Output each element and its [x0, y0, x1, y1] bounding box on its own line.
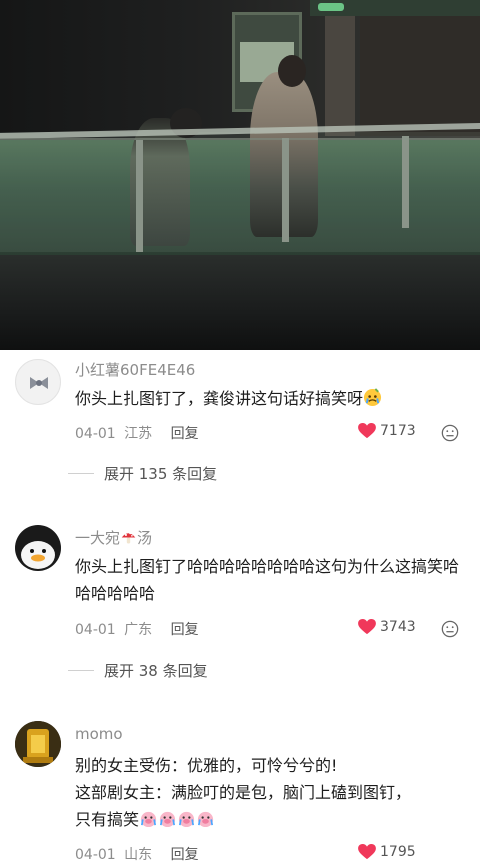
comment-item: momo 别的女主受伤：优雅的，可怜兮兮的! 这部剧女主：满脸叮的是包，脑门上磕… [0, 712, 480, 863]
right-wall [360, 16, 480, 136]
expand-replies-button[interactable]: 展开 135 条回复 [68, 463, 217, 484]
golden-avatar-icon [15, 721, 61, 767]
divider-line [68, 473, 94, 474]
comment-location: 江苏 [124, 426, 153, 442]
like-count: 1795 [380, 844, 416, 860]
rail-post [282, 138, 289, 242]
comment-date: 04-01 [75, 426, 116, 442]
username[interactable]: momo [75, 725, 123, 743]
mushroom-icon [121, 532, 136, 544]
comment-text[interactable]: 你头上扎图钉了哈哈哈哈哈哈哈哈这句为什么这搞笑哈哈哈哈哈哈 [75, 553, 470, 607]
comment-meta: 04-01 广东 回复 [75, 619, 199, 639]
like-button[interactable]: 3743 [358, 619, 416, 635]
person-right-head [278, 55, 306, 87]
avatar[interactable] [15, 359, 61, 405]
comment-text-line: 只有搞笑 [75, 810, 140, 829]
avatar[interactable] [15, 721, 61, 767]
comment-text-line-last: 只有搞笑 [75, 806, 470, 833]
like-count: 3743 [380, 619, 416, 635]
comment-text[interactable]: 你头上扎图钉了，龚俊讲这句话好搞笑呀 [75, 385, 470, 412]
reply-button[interactable]: 回复 [171, 622, 199, 638]
username[interactable]: 一大宛汤 [75, 527, 152, 548]
dislike-face-icon[interactable] [441, 424, 459, 442]
rail-post [402, 136, 409, 228]
pig-face-icon [140, 811, 157, 828]
comment-item: 一大宛汤 你头上扎图钉了哈哈哈哈哈哈哈哈这句为什么这搞笑哈哈哈哈哈哈 04-01… [0, 515, 480, 700]
expand-replies-label: 展开 38 条回复 [104, 662, 208, 680]
username-suffix: 汤 [137, 529, 153, 547]
reply-button[interactable]: 回复 [171, 426, 199, 442]
username[interactable]: 小红薯60FE4E46 [75, 359, 195, 380]
comment-text[interactable]: 别的女主受伤：优雅的，可怜兮兮的! 这部剧女主：满脸叮的是包，脑门上磕到图钉， … [75, 752, 470, 833]
comment-location: 广东 [124, 622, 153, 638]
road-curb [0, 255, 480, 350]
comment-item: 小红薯60FE4E46 你头上扎图钉了，龚俊讲这句话好搞笑呀 04-01 江苏 … [0, 350, 480, 500]
reply-button[interactable]: 回复 [171, 847, 199, 863]
pig-face-icon [197, 811, 214, 828]
pig-face-icon [159, 811, 176, 828]
heart-icon [358, 619, 376, 635]
comment-meta: 04-01 江苏 回复 [75, 423, 199, 443]
dislike-face-icon[interactable] [441, 620, 459, 638]
comment-text-line: 别的女主受伤：优雅的，可怜兮兮的! [75, 756, 338, 775]
pillar [325, 16, 355, 136]
avatar[interactable] [15, 525, 61, 571]
expand-replies-label: 展开 135 条回复 [104, 465, 218, 483]
comment-meta: 04-01 山东 回复 [75, 844, 199, 864]
video-frame-image[interactable] [0, 0, 480, 350]
expand-replies-button[interactable]: 展开 38 条回复 [68, 660, 208, 681]
duck-avatar-icon [15, 525, 61, 571]
comment-date: 04-01 [75, 622, 116, 638]
comment-date: 04-01 [75, 847, 116, 863]
heart-icon [358, 844, 376, 860]
like-button[interactable]: 1795 [358, 844, 416, 860]
crying-face-icon [363, 388, 382, 407]
comment-text-body: 你头上扎图钉了，龚俊讲这句话好搞笑呀 [75, 389, 364, 408]
green-light [318, 3, 344, 11]
like-count: 7173 [380, 423, 416, 439]
comment-text-line: 这部剧女主：满脸叮的是包，脑门上磕到图钉， [75, 783, 412, 802]
comment-location: 山东 [124, 847, 153, 863]
pig-face-icon [178, 811, 195, 828]
rail-post [136, 140, 143, 252]
username-prefix: 一大宛 [75, 529, 121, 547]
bow-avatar-icon [30, 377, 48, 389]
heart-icon [358, 423, 376, 439]
like-button[interactable]: 7173 [358, 423, 416, 439]
divider-line [68, 670, 94, 671]
